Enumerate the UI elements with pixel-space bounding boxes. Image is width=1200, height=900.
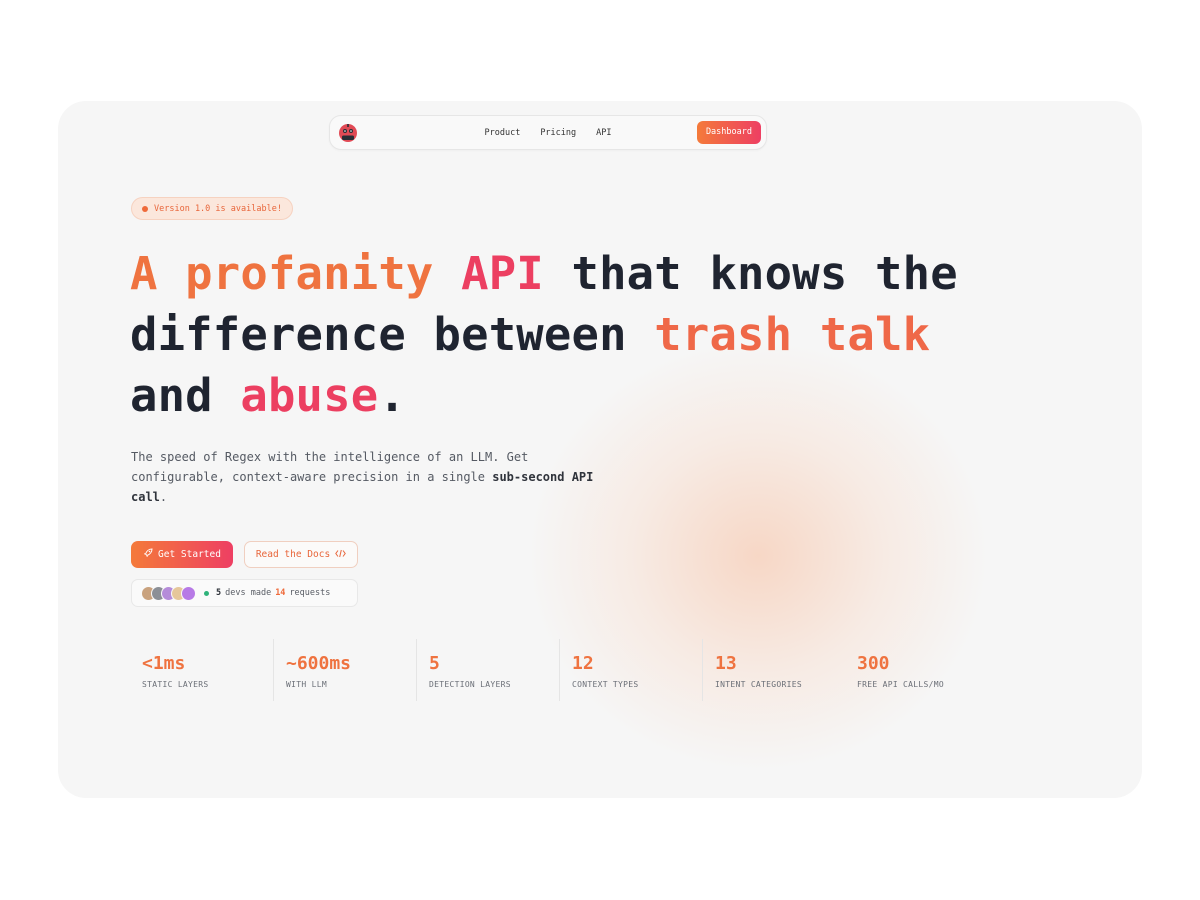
activity-middle-text: devs made	[225, 588, 272, 598]
hero-part: trash talk	[654, 308, 931, 361]
activity-end-text: requests	[289, 588, 331, 598]
version-badge-text: Version 1.0 is available!	[154, 203, 282, 214]
metric-label: DETECTION LAYERS	[429, 680, 511, 689]
metric-label: STATIC LAYERS	[142, 680, 209, 689]
metric-intent-categories: 13 INTENT CATEGORIES	[702, 639, 845, 701]
hero-part: API	[461, 247, 544, 300]
metric-label: INTENT CATEGORIES	[715, 680, 802, 689]
subtitle-text: The speed of Regex with the intelligence…	[131, 450, 529, 484]
avatar	[181, 585, 196, 601]
request-count: 14	[275, 588, 286, 598]
metric-value: <1ms	[142, 653, 186, 674]
metrics-row: <1ms STATIC LAYERS ~600ms WITH LLM 5 DET…	[130, 639, 990, 701]
nav-link-api[interactable]: API	[596, 128, 611, 138]
metric-value: 5	[429, 653, 440, 674]
metric-value: 300	[857, 653, 890, 674]
metric-value: ~600ms	[286, 653, 352, 674]
rocket-icon	[143, 548, 153, 561]
get-started-label: Get Started	[158, 549, 221, 560]
metric-value: 12	[572, 653, 594, 674]
metric-static-layers: <1ms STATIC LAYERS	[130, 639, 273, 701]
read-docs-label: Read the Docs	[255, 549, 331, 560]
status-dot-icon	[142, 205, 148, 212]
code-icon	[335, 549, 346, 561]
metric-context-types: 12 CONTEXT TYPES	[559, 639, 702, 701]
metric-label: FREE API CALLS/MO	[857, 680, 944, 689]
live-indicator-icon	[204, 590, 209, 596]
hero-part: A profanity	[130, 247, 434, 300]
metric-with-llm: ~600ms WITH LLM	[273, 639, 416, 701]
hero-part: and	[130, 369, 241, 422]
metric-detection-layers: 5 DETECTION LAYERS	[416, 639, 559, 701]
metric-label: WITH LLM	[286, 680, 327, 689]
hero-heading: A profanity API that knows the differenc…	[130, 243, 990, 426]
nav-bar: Product Pricing API Dashboard	[329, 115, 767, 150]
metric-free-api-calls: 300 FREE API CALLS/MO	[845, 639, 988, 701]
metric-label: CONTEXT TYPES	[572, 680, 639, 689]
hero-part: .	[378, 369, 406, 422]
hero-part	[434, 247, 462, 300]
developer-activity: 5 devs made 14 requests	[131, 579, 358, 607]
hero-subtitle: The speed of Regex with the intelligence…	[131, 447, 601, 507]
dashboard-button[interactable]: Dashboard	[696, 121, 761, 144]
nav-link-product[interactable]: Product	[484, 128, 520, 138]
hero-part: abuse	[240, 369, 379, 422]
get-started-button[interactable]: Get Started	[131, 541, 233, 568]
nav-link-pricing[interactable]: Pricing	[540, 128, 576, 138]
read-docs-button[interactable]: Read the Docs	[244, 541, 358, 568]
hero-card: Product Pricing API Dashboard Version 1.…	[58, 101, 1142, 798]
subtitle-end: .	[159, 490, 168, 504]
dev-count: 5	[216, 588, 222, 598]
version-badge[interactable]: Version 1.0 is available!	[131, 197, 293, 220]
metric-value: 13	[715, 653, 737, 674]
avatar-stack	[141, 585, 196, 601]
